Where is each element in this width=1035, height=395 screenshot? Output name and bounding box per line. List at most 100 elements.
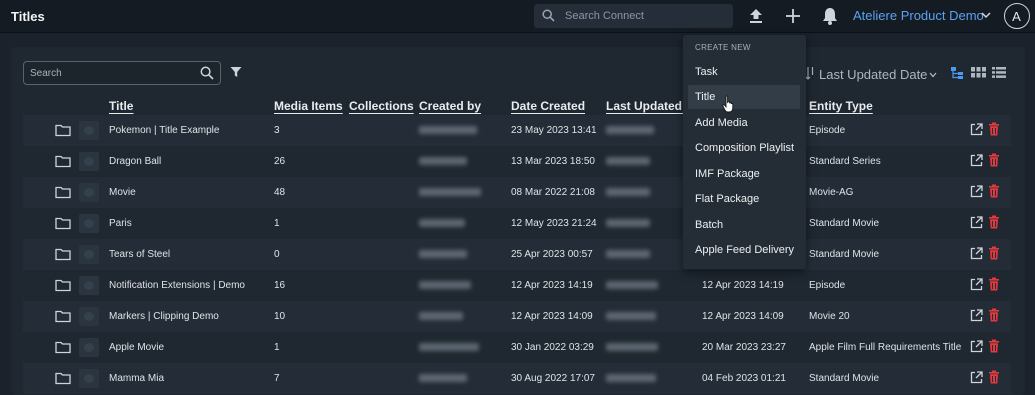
title-cell[interactable]: Markers | Clipping Demo	[109, 311, 219, 322]
trash-icon[interactable]	[988, 122, 1000, 136]
created-by-redacted	[419, 281, 471, 289]
chevron-down-icon[interactable]	[981, 10, 991, 20]
open-external-icon[interactable]	[970, 371, 983, 384]
trash-icon[interactable]	[988, 277, 1000, 291]
title-cell[interactable]: Paris	[109, 218, 132, 229]
upload-icon[interactable]	[746, 6, 766, 26]
title-cell[interactable]: Movie	[109, 187, 136, 198]
pointer-cursor-icon	[722, 95, 734, 113]
open-external-icon[interactable]	[970, 309, 983, 322]
menu-item-composition-playlist[interactable]: Composition Playlist	[683, 136, 806, 160]
list-view-icon[interactable]	[992, 66, 1006, 79]
table-row[interactable]: Movie 48 08 Mar 2022 21:08 Movie-AG	[23, 177, 1011, 208]
open-external-icon[interactable]	[970, 123, 983, 136]
sort-dropdown[interactable]: Last Updated Date	[819, 67, 927, 82]
open-external-icon[interactable]	[970, 278, 983, 291]
created-by-redacted	[419, 219, 465, 227]
open-external-icon[interactable]	[970, 216, 983, 229]
table-row[interactable]: Mamma Mia 7 30 Aug 2022 17:07 04 Feb 2023 0…	[23, 363, 1011, 394]
menu-item-task[interactable]: Task	[683, 60, 806, 84]
date-created-cell: 30 Jan 2022 03:29	[511, 342, 594, 353]
folder-icon[interactable]	[55, 185, 71, 199]
date-created-cell: 30 Aug 2022 17:07	[511, 373, 595, 384]
entity-type-cell: Standard Movie	[809, 249, 880, 260]
title-thumbnail	[79, 276, 99, 295]
search-icon[interactable]	[200, 66, 214, 80]
column-header-last-updated-by[interactable]: Last Updated B	[606, 99, 694, 113]
media-items-cell: 0	[274, 249, 280, 260]
menu-item-batch[interactable]: Batch	[683, 213, 806, 237]
trash-icon[interactable]	[988, 370, 1000, 384]
org-switcher[interactable]: Ateliere Product Demo	[853, 8, 984, 23]
entity-type-cell: Movie 20	[809, 311, 850, 322]
search-input[interactable]: Search	[23, 61, 221, 85]
folder-icon[interactable]	[55, 154, 71, 168]
date-created-cell: 12 Apr 2023 14:09	[511, 311, 593, 322]
entity-type-cell: Standard Movie	[809, 373, 880, 384]
open-external-icon[interactable]	[970, 247, 983, 260]
open-external-icon[interactable]	[970, 185, 983, 198]
entity-type-cell: Episode	[809, 280, 846, 291]
trash-icon[interactable]	[988, 184, 1000, 198]
trash-icon[interactable]	[988, 215, 1000, 229]
title-thumbnail	[79, 245, 99, 264]
open-external-icon[interactable]	[970, 340, 983, 353]
global-search-input[interactable]: Search Connect	[534, 4, 733, 28]
table-row[interactable]: Markers | Clipping Demo 10 12 Apr 2023 14:…	[23, 301, 1011, 332]
trash-icon[interactable]	[988, 308, 1000, 322]
entity-type-cell: Episode	[809, 125, 846, 136]
title-thumbnail	[79, 369, 99, 388]
menu-item-title[interactable]: Title	[688, 85, 800, 109]
folder-icon[interactable]	[55, 247, 71, 261]
folder-icon[interactable]	[55, 216, 71, 230]
column-header-collections[interactable]: Collections	[349, 99, 414, 113]
grid-view-icon[interactable]	[971, 66, 986, 79]
title-cell[interactable]: Notification Extensions | Demo	[109, 280, 245, 291]
table-row[interactable]: Apple Movie 1 30 Jan 2022 03:29 20 Mar 2023…	[23, 332, 1011, 363]
title-cell[interactable]: Pokemon | Title Example	[109, 125, 219, 136]
title-thumbnail	[79, 214, 99, 233]
title-cell[interactable]: Apple Movie	[109, 342, 164, 353]
last-updated-by-redacted	[606, 157, 650, 165]
menu-item-flat-package[interactable]: Flat Package	[683, 187, 806, 211]
last-updated-by-redacted	[606, 374, 656, 382]
menu-item-imf-package[interactable]: IMF Package	[683, 162, 806, 186]
open-external-icon[interactable]	[970, 154, 983, 167]
trash-icon[interactable]	[988, 339, 1000, 353]
table-row[interactable]: Paris 1 12 May 2023 21:24 Standard Movie	[23, 208, 1011, 239]
sort-direction-icon[interactable]	[805, 66, 815, 80]
title-thumbnail	[79, 338, 99, 357]
folder-icon[interactable]	[55, 371, 71, 385]
tree-view-icon[interactable]	[950, 66, 964, 80]
last-updated-by-redacted	[606, 126, 654, 134]
menu-item-apple-feed-delivery[interactable]: Apple Feed Delivery	[683, 238, 806, 262]
folder-icon[interactable]	[55, 278, 71, 292]
filter-icon[interactable]	[230, 66, 242, 78]
menu-item-add-media[interactable]: Add Media	[683, 111, 806, 135]
column-header-created-by[interactable]: Created by	[419, 99, 481, 113]
folder-icon[interactable]	[55, 340, 71, 354]
title-cell[interactable]: Dragon Ball	[109, 156, 161, 167]
title-cell[interactable]: Tears of Steel	[109, 249, 170, 260]
last-updated-cell: 12 Apr 2023 14:09	[702, 311, 784, 322]
avatar[interactable]: A	[1004, 3, 1030, 29]
column-header-date-created[interactable]: Date Created	[511, 99, 585, 113]
entity-type-cell: Standard Movie	[809, 218, 880, 229]
column-header-media-items[interactable]: Media Items	[274, 99, 343, 113]
folder-icon[interactable]	[55, 123, 71, 137]
last-updated-cell: 12 Apr 2023 14:19	[702, 280, 784, 291]
title-cell[interactable]: Mamma Mia	[109, 373, 164, 384]
trash-icon[interactable]	[988, 153, 1000, 167]
trash-icon[interactable]	[988, 246, 1000, 260]
last-updated-by-redacted	[606, 312, 656, 320]
folder-icon[interactable]	[55, 309, 71, 323]
table-row[interactable]: Tears of Steel 0 25 Apr 2023 00:57 Standard…	[23, 239, 1011, 270]
column-header-title[interactable]: Title	[109, 99, 133, 113]
table-row[interactable]: Notification Extensions | Demo 16 12 Apr 2…	[23, 270, 1011, 301]
column-header-entity-type[interactable]: Entity Type	[809, 99, 873, 113]
chevron-down-icon[interactable]	[929, 72, 937, 78]
add-icon[interactable]	[783, 6, 803, 26]
table-row[interactable]: Dragon Ball 26 13 Mar 2023 18:50 Standard S…	[23, 146, 1011, 177]
bell-icon[interactable]	[820, 6, 840, 26]
table-row[interactable]: Pokemon | Title Example 3 23 May 2023 13:4…	[23, 115, 1011, 146]
